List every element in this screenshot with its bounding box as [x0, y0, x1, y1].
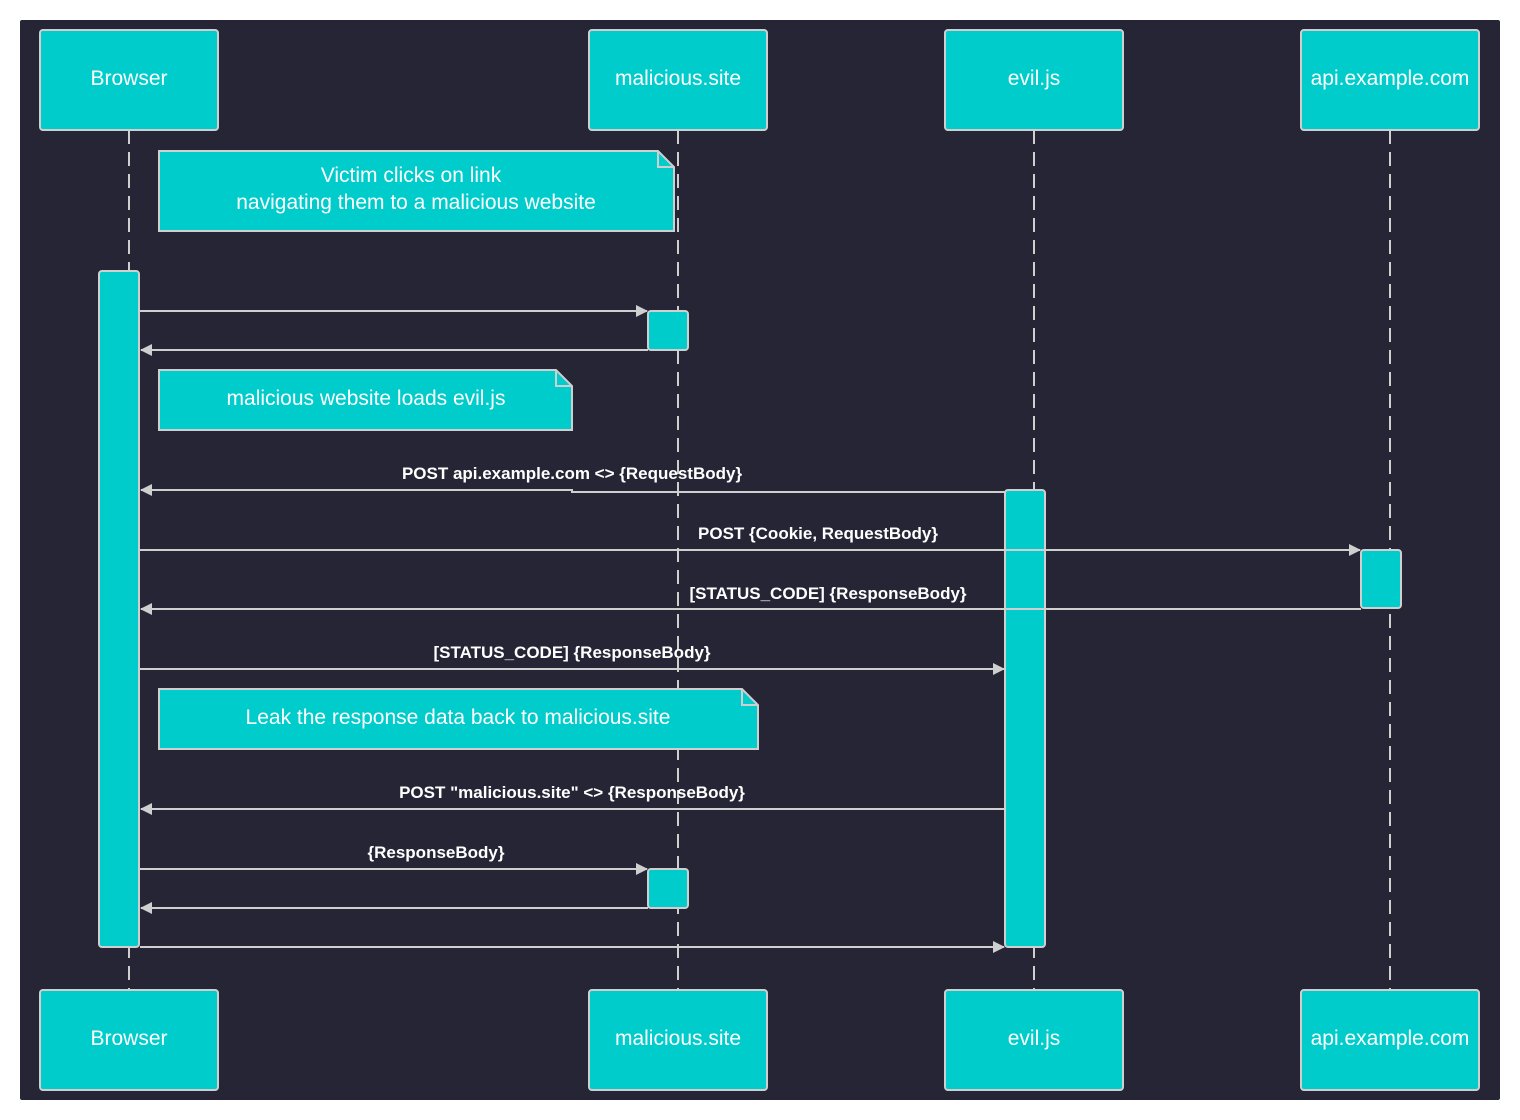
actor-evil-js-top: evil.js	[944, 29, 1124, 131]
actor-label: api.example.com	[1311, 67, 1470, 90]
message-label: [STATUS_CODE] {ResponseBody}	[689, 584, 966, 603]
message-label: {ResponseBody}	[368, 843, 505, 862]
actor-api-example-com-top: api.example.com	[1300, 29, 1480, 131]
message-browser-to-malicious-site-responsebody: {ResponseBody}	[140, 843, 648, 875]
note-leak-response: Leak the response data back to malicious…	[158, 688, 759, 750]
note-line: Victim clicks on link	[321, 164, 502, 187]
actor-label: evil.js	[1008, 67, 1061, 90]
actor-label: Browser	[90, 1027, 167, 1050]
activation-evil-js	[1004, 489, 1046, 948]
activation-api-example-com	[1360, 549, 1402, 609]
message-evil-js-to-browser-post-api: POST api.example.com <> {RequestBody}	[140, 464, 1005, 496]
message-evil-js-to-browser-post-malicious: POST "malicious.site" <> {ResponseBody}	[140, 783, 1005, 815]
activation-browser	[98, 270, 140, 948]
actor-evil-js-bottom: evil.js	[944, 989, 1124, 1091]
note-loads-evil-js: malicious website loads evil.js	[158, 369, 573, 431]
note-line: Leak the response data back to malicious…	[246, 706, 671, 729]
sequence-diagram: Browser malicious.site evil.js api.examp…	[39, 29, 1480, 1091]
message-browser-to-api-post-cookie: POST {Cookie, RequestBody}	[140, 524, 1361, 556]
actor-malicious-site-top: malicious.site	[588, 29, 768, 131]
message-label: POST "malicious.site" <> {ResponseBody}	[399, 783, 745, 802]
actor-label: malicious.site	[615, 1027, 741, 1050]
message-api-to-browser-status: [STATUS_CODE] {ResponseBody}	[140, 584, 1361, 615]
actor-api-example-com-bottom: api.example.com	[1300, 989, 1480, 1091]
sequence-diagram-canvas: Browser malicious.site evil.js api.examp…	[20, 20, 1500, 1100]
message-label: POST {Cookie, RequestBody}	[698, 524, 938, 543]
actor-browser-top: Browser	[39, 29, 219, 131]
actor-label: evil.js	[1008, 1027, 1061, 1050]
actor-label: api.example.com	[1311, 1027, 1470, 1050]
actor-malicious-site-bottom: malicious.site	[588, 989, 768, 1091]
activation-malicious-site-2	[647, 868, 689, 909]
message-browser-to-evil-js-status: [STATUS_CODE] {ResponseBody}	[140, 643, 1005, 675]
message-label: POST api.example.com <> {RequestBody}	[402, 464, 743, 483]
note-line: malicious website loads evil.js	[227, 387, 506, 410]
note-line: navigating them to a malicious website	[236, 191, 596, 214]
actor-label: malicious.site	[615, 67, 741, 90]
actor-browser-bottom: Browser	[39, 989, 219, 1091]
message-label: [STATUS_CODE] {ResponseBody}	[433, 643, 710, 662]
note-victim-clicks: Victim clicks on link navigating them to…	[158, 150, 675, 232]
activation-malicious-site-1	[647, 310, 689, 351]
actor-label: Browser	[90, 67, 167, 90]
